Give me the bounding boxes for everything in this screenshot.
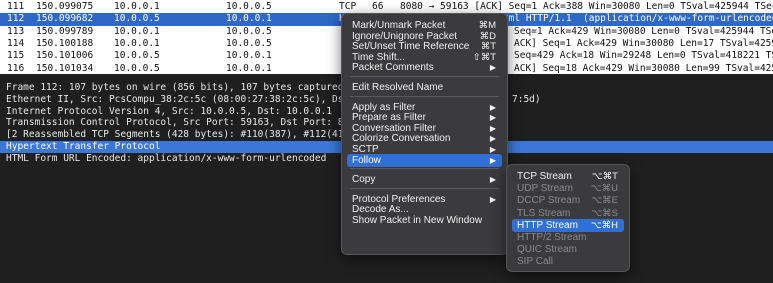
submenu-arrow-icon: ▶ bbox=[489, 155, 496, 165]
shortcut-label: ⌥⌘S bbox=[591, 207, 618, 219]
follow-sip-call: SIP Call bbox=[512, 255, 624, 268]
menu-item-label: Edit Resolved Name bbox=[352, 82, 444, 93]
packet-no-cell: 111 bbox=[7, 1, 25, 12]
packet-time-cell: 150.101034 bbox=[36, 62, 94, 74]
menu-item-label: Show Packet in New Window bbox=[352, 215, 483, 226]
packet-src-cell: 10.0.0.1 bbox=[114, 25, 160, 37]
menu-item-label: Follow bbox=[352, 154, 381, 166]
shortcut-label: ⌥⌘H bbox=[590, 219, 618, 231]
follow-dccp-stream: DCCP Stream ⌥⌘E bbox=[512, 194, 624, 207]
submenu-arrow-icon: ▶ bbox=[489, 175, 496, 185]
submenu-item-label: HTTP/2 Stream bbox=[517, 232, 587, 243]
packet-dst-cell: 10.0.0.1 bbox=[226, 62, 272, 74]
packet-no-cell: 115 bbox=[7, 50, 25, 62]
packet-len-cell: 66 bbox=[372, 1, 384, 12]
packet-info-cell: Seq=1 Ack=429 Win=30080 Len=0 TSval=4259… bbox=[514, 25, 773, 37]
packet-no-cell: 112 bbox=[7, 13, 25, 25]
follow-quic-stream: QUIC Stream bbox=[512, 243, 624, 256]
packet-no-cell: 113 bbox=[7, 25, 25, 37]
submenu-item-label: TLS Stream bbox=[517, 207, 571, 219]
menu-separator bbox=[350, 168, 499, 170]
submenu-item-label: QUIC Stream bbox=[517, 244, 578, 256]
menu-item-follow[interactable]: Follow ▶ bbox=[347, 153, 502, 167]
submenu-item-label: SIP Call bbox=[517, 256, 553, 268]
packet-dst-cell: 10.0.0.5 bbox=[226, 37, 272, 49]
shortcut-label: ⌥⌘U bbox=[590, 183, 618, 195]
packet-no-cell: 116 bbox=[7, 62, 25, 74]
packet-src-cell: 10.0.0.5 bbox=[114, 13, 160, 25]
packet-no-cell: 114 bbox=[7, 37, 25, 49]
packet-info-cell: ACK] Seq=18 Ack=429 Win=30080 Len=99 TSv… bbox=[514, 62, 773, 74]
packet-row[interactable]: 111 150.099075 10.0.0.1 10.0.0.5 TCP 66 8080 →… bbox=[0, 1, 773, 13]
submenu-item-label: HTTP Stream bbox=[517, 219, 578, 231]
packet-src-cell: 10.0.0.1 bbox=[114, 37, 160, 49]
packet-dst-cell: 10.0.0.1 bbox=[226, 50, 272, 62]
menu-item-copy[interactable]: Copy ▶ bbox=[347, 173, 502, 186]
packet-info-cell: Seq=429 Ack=18 Win=29248 Len=0 TSval=418… bbox=[514, 50, 773, 62]
packet-time-cell: 150.101006 bbox=[36, 50, 94, 62]
packet-info-cell: ACK] Seq=1 Ack=429 Win=30080 Len=17 TSva… bbox=[514, 37, 773, 49]
follow-udp-stream: UDP Stream ⌥⌘U bbox=[512, 182, 624, 195]
follow-submenu: TCP Stream ⌥⌘T UDP Stream ⌥⌘U DCCP Stream ⌥⌘E… bbox=[506, 164, 630, 272]
packet-time-cell: 150.100188 bbox=[36, 37, 94, 49]
menu-separator bbox=[350, 95, 499, 97]
packet-time-cell: 150.099789 bbox=[36, 25, 94, 37]
menu-item-label: Copy bbox=[352, 174, 376, 186]
submenu-item-label: UDP Stream bbox=[517, 183, 573, 195]
packet-dst-cell: 10.0.0.1 bbox=[226, 13, 272, 25]
packet-dst-cell: 10.0.0.5 bbox=[226, 25, 272, 37]
packet-src-cell: 10.0.0.5 bbox=[114, 62, 160, 74]
shortcut-label: ⌥⌘T bbox=[591, 171, 618, 182]
follow-tcp-stream[interactable]: TCP Stream ⌥⌘T bbox=[512, 170, 624, 183]
menu-item-label: Packet Comments bbox=[352, 62, 434, 74]
follow-http-2-stream: HTTP/2 Stream bbox=[512, 231, 624, 244]
follow-tls-stream: TLS Stream ⌥⌘S bbox=[512, 207, 624, 220]
follow-http-stream[interactable]: HTTP Stream ⌥⌘H bbox=[512, 218, 624, 232]
submenu-arrow-icon: ▶ bbox=[489, 63, 496, 73]
packet-info-cell: 8080 → 59163 [ACK] Seq=1 Ack=388 Win=300… bbox=[400, 1, 773, 12]
packet-time-cell: 150.099682 bbox=[36, 13, 94, 25]
packet-proto-cell: TCP bbox=[339, 1, 357, 12]
menu-separator bbox=[350, 76, 499, 77]
packet-dst-cell: 10.0.0.5 bbox=[226, 1, 272, 12]
menu-item-show-packet-in-new-window[interactable]: Show Packet in New Window bbox=[347, 214, 502, 227]
menu-item-packet-comments[interactable]: Packet Comments ▶ bbox=[347, 61, 502, 74]
packet-src-cell: 10.0.0.1 bbox=[114, 1, 160, 12]
menu-item-edit-resolved-name[interactable]: Edit Resolved Name bbox=[347, 81, 502, 94]
detail-overflow-text: 7:5d) bbox=[512, 93, 541, 105]
packet-src-cell: 10.0.0.5 bbox=[114, 50, 160, 62]
packet-context-menu: Mark/Unmark Packet ⌘M Ignore/Unignore Pack… bbox=[341, 13, 508, 255]
shortcut-label: ⌥⌘E bbox=[591, 195, 618, 207]
submenu-item-label: DCCP Stream bbox=[517, 195, 581, 207]
menu-separator bbox=[350, 187, 499, 189]
submenu-item-label: TCP Stream bbox=[517, 171, 572, 182]
packet-time-cell: 150.099075 bbox=[36, 1, 94, 12]
